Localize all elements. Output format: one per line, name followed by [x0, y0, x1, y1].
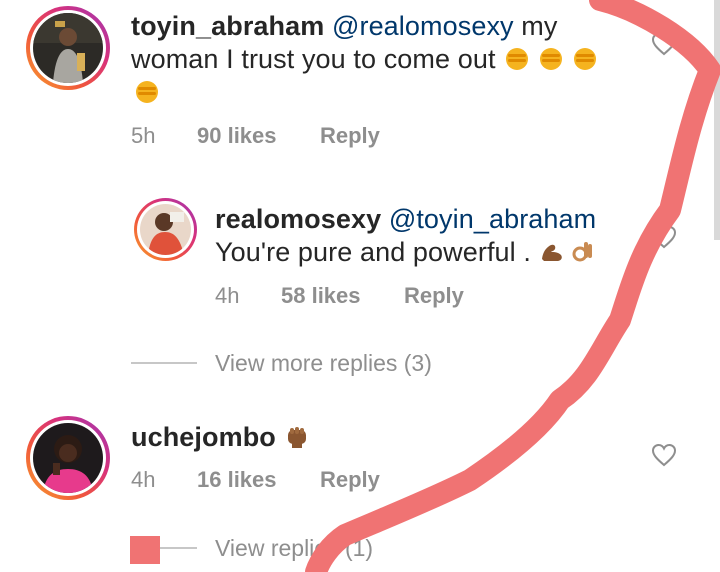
comment-time: 5h	[131, 123, 156, 148]
like-heart-icon[interactable]	[651, 443, 677, 472]
like-heart-icon[interactable]	[651, 32, 677, 61]
comment-username[interactable]: toyin_abraham	[131, 11, 324, 41]
avatar-photo	[33, 13, 103, 83]
comment-likes[interactable]: 90 likes	[197, 123, 277, 149]
flexed-biceps-emoji	[531, 237, 565, 267]
avatar-realomosexy[interactable]	[134, 198, 197, 261]
comment-mention[interactable]: @realomosexy	[332, 11, 514, 41]
oncoming-fist-emoji	[564, 44, 598, 74]
comment-body: toyin_abraham @realomosexy my woman I tr…	[131, 10, 651, 109]
reply-button[interactable]: Reply	[320, 123, 380, 149]
avatar-toyin-abraham[interactable]	[26, 6, 110, 90]
avatar-photo	[33, 423, 103, 493]
reply-body: realomosexy @toyin_abraham You're pure an…	[215, 203, 635, 269]
comment-body: uchejombo	[131, 421, 551, 454]
ok-hand-emoji	[565, 237, 595, 267]
comment-likes[interactable]: 16 likes	[197, 467, 277, 493]
view-more-replies-button[interactable]: View more replies (3)	[215, 350, 432, 377]
reply-button[interactable]: Reply	[404, 283, 464, 309]
view-replies-button[interactable]: View replies (1)	[215, 535, 373, 562]
replies-divider	[131, 362, 197, 364]
scrollbar[interactable]	[714, 0, 720, 240]
reply-username[interactable]: realomosexy	[215, 204, 381, 234]
reply-time: 4h	[215, 283, 240, 308]
reply-mention[interactable]: @toyin_abraham	[389, 204, 596, 234]
oncoming-fist-emoji	[530, 44, 564, 74]
oncoming-fist-emoji	[131, 77, 160, 107]
replies-divider	[131, 547, 197, 549]
comment-time: 4h	[131, 467, 156, 492]
avatar-photo	[140, 204, 191, 255]
reply-meta: 4h 58 likes Reply	[215, 283, 615, 311]
raised-fist-emoji	[276, 422, 310, 452]
avatar-uchejombo[interactable]	[26, 416, 110, 500]
comment-meta: 5h 90 likes Reply	[131, 123, 531, 151]
oncoming-fist-emoji	[496, 44, 530, 74]
reply-text: You're pure and powerful .	[215, 237, 531, 267]
like-heart-icon[interactable]	[651, 225, 677, 254]
comment-meta: 4h 16 likes Reply	[131, 467, 531, 495]
reply-button[interactable]: Reply	[320, 467, 380, 493]
comment-username[interactable]: uchejombo	[131, 422, 276, 452]
reply-likes[interactable]: 58 likes	[281, 283, 361, 309]
